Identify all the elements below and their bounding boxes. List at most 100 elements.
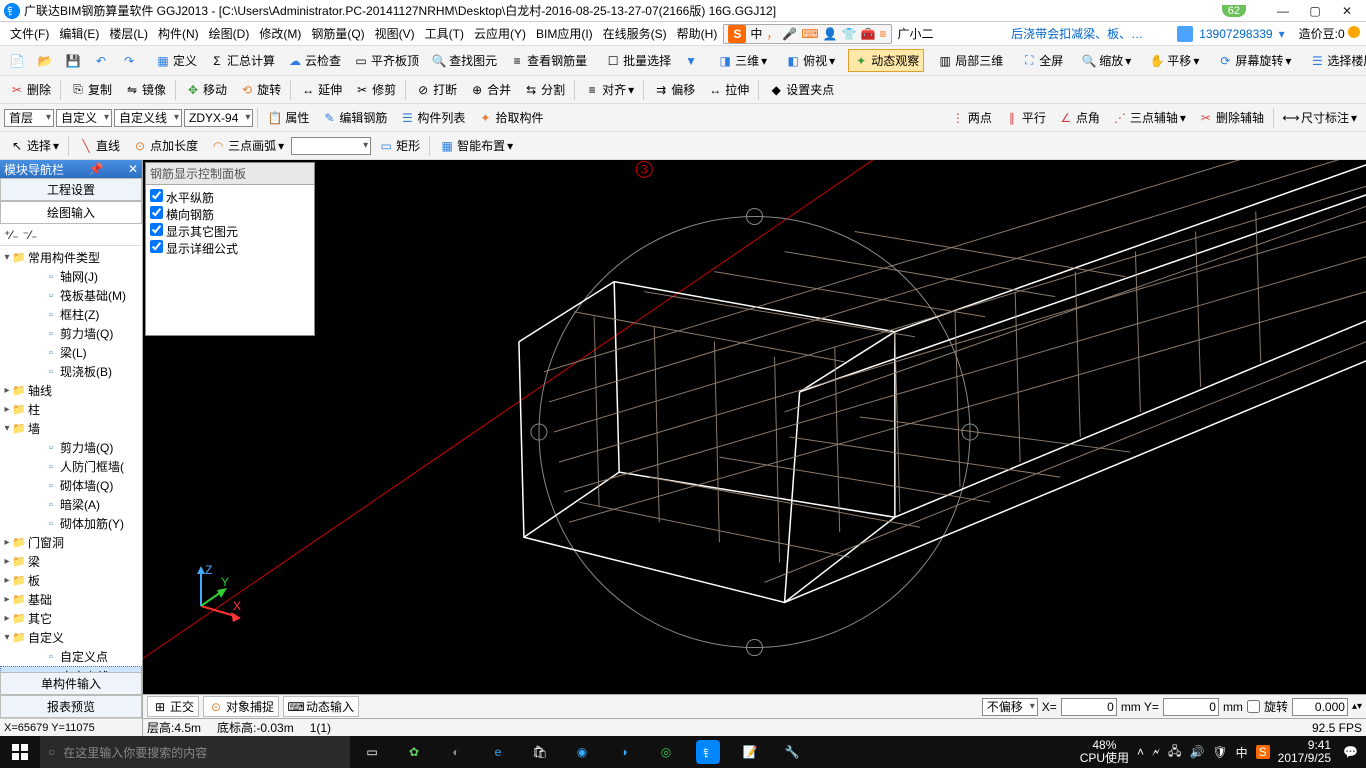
pick-component-button[interactable]: ✦拾取构件	[472, 106, 548, 129]
tree-item[interactable]: ▫砌体加筋(Y)	[0, 514, 142, 533]
menu-cloud[interactable]: 云应用(Y)	[470, 23, 530, 44]
menu-component[interactable]: 构件(N)	[154, 23, 203, 44]
sidebar-tab-report[interactable]: 报表预览	[0, 695, 142, 718]
view-rebar-button[interactable]: ≡查看钢筋量	[504, 49, 592, 72]
select-floor-button[interactable]: ☰选择楼层	[1304, 49, 1366, 72]
current-user[interactable]: 广小二	[894, 23, 938, 44]
undo-button[interactable]: ↶	[88, 50, 114, 72]
tree-item[interactable]: ▫轴网(J)	[0, 267, 142, 286]
smart-layout-button[interactable]: ▦智能布置▾	[434, 134, 518, 157]
taskbar-app-7[interactable]: 🔧	[780, 740, 804, 764]
new-button[interactable]: 📄	[4, 50, 30, 72]
x-input[interactable]	[1061, 698, 1117, 716]
taskbar-clock[interactable]: 9:412017/9/25	[1278, 739, 1335, 765]
taskbar-search[interactable]: ○ 在这里输入你要搜索的内容	[40, 736, 350, 768]
tree-item[interactable]: ▸📁门窗洞	[0, 533, 142, 552]
dyn-input-toggle[interactable]: ⌨动态输入	[283, 696, 359, 717]
tray-up-icon[interactable]: ˄	[1137, 745, 1144, 759]
tree-item[interactable]: ▫暗梁(A)	[0, 495, 142, 514]
tray-ime[interactable]: 中	[1236, 744, 1248, 761]
ime-menu-icon[interactable]: ≡	[880, 27, 887, 41]
local-3d-button[interactable]: ▥局部三维	[932, 49, 1008, 72]
taskbar-ggj-icon[interactable]: 钅	[696, 740, 720, 764]
taskbar-app-3[interactable]: ◉	[570, 740, 594, 764]
delete-aux-axis-button[interactable]: ✂删除辅轴	[1193, 106, 1269, 129]
sidebar-tab-single[interactable]: 单构件输入	[0, 672, 142, 695]
arc-option-dropdown[interactable]	[291, 137, 371, 155]
tray-battery-icon[interactable]: 🗲	[1152, 745, 1160, 760]
tree-item[interactable]: ▫人防门框墙(	[0, 457, 142, 476]
start-button[interactable]	[0, 736, 40, 768]
redo-button[interactable]: ↷	[116, 50, 142, 72]
panel-checkbox-row[interactable]: 横向钢筋	[150, 206, 310, 223]
save-button[interactable]: 💾	[60, 50, 86, 72]
menu-file[interactable]: 文件(F)	[6, 23, 53, 44]
taskbar-app-6[interactable]: 📝	[738, 740, 762, 764]
tree-item[interactable]: ▸📁板	[0, 571, 142, 590]
edit-rebar-button[interactable]: ✎编辑钢筋	[316, 106, 392, 129]
panel-checkbox[interactable]	[150, 223, 163, 236]
sogou-icon[interactable]: S	[728, 25, 746, 43]
copy-button[interactable]: ⎘复制	[65, 78, 117, 101]
select-tool-button[interactable]: ↖选择▾	[4, 134, 64, 157]
tree-item[interactable]: ▸📁轴线	[0, 381, 142, 400]
rotate-button[interactable]: ⟲旋转	[234, 78, 286, 101]
tree-item[interactable]: ▫剪力墙(Q)	[0, 438, 142, 457]
mirror-button[interactable]: ⇋镜像	[119, 78, 171, 101]
sum-button[interactable]: Σ汇总计算	[204, 49, 280, 72]
taskbar-app-2[interactable]: ◐	[444, 740, 468, 764]
angle-button[interactable]: ∠点角	[1053, 106, 1105, 129]
sidebar-tab-project[interactable]: 工程设置	[0, 178, 142, 201]
sidebar-pin-icon[interactable]: 📌	[89, 162, 104, 176]
tree-item[interactable]: ▫筏板基础(M)	[0, 286, 142, 305]
cost-bean[interactable]: 造价豆:0	[1299, 25, 1360, 42]
tray-sogou-icon[interactable]: S	[1256, 745, 1270, 759]
define-button[interactable]: ▦定义	[150, 49, 202, 72]
offset-button[interactable]: ⇉偏移	[648, 78, 700, 101]
add-length-button[interactable]: ⊙点加长度	[127, 134, 203, 157]
minimize-button[interactable]: —	[1276, 4, 1290, 18]
viewport-3d[interactable]: 钢筋显示控制面板 水平纵筋横向钢筋显示其它图元显示详细公式 3	[143, 160, 1366, 694]
ime-user-icon[interactable]: 👤	[823, 27, 838, 41]
tree-item[interactable]: ▾📁墙	[0, 419, 142, 438]
menu-bim[interactable]: BIM应用(I)	[532, 23, 597, 44]
merge-button[interactable]: ⊕合并	[464, 78, 516, 101]
tree-item[interactable]: ▸📁柱	[0, 400, 142, 419]
cloud-check-button[interactable]: ☁云检查	[282, 49, 346, 72]
zoom-button[interactable]: 🔍缩放▾	[1076, 49, 1136, 72]
rebar-display-panel[interactable]: 钢筋显示控制面板 水平纵筋横向钢筋显示其它图元显示详细公式	[145, 162, 315, 336]
sidebar-close-icon[interactable]: ✕	[128, 162, 138, 176]
y-input[interactable]	[1163, 698, 1219, 716]
parallel-button[interactable]: ∥平行	[999, 106, 1051, 129]
flat-top-button[interactable]: ▭平齐板顶	[348, 49, 424, 72]
component-tree[interactable]: ▾📁常用构件类型▫轴网(J)▫筏板基础(M)▫框柱(Z)▫剪力墙(Q)▫梁(L)…	[0, 246, 142, 672]
panel-checkbox[interactable]	[150, 206, 163, 219]
component-list-button[interactable]: ☰构件列表	[394, 106, 470, 129]
move-button[interactable]: ✥移动	[180, 78, 232, 101]
user-info[interactable]: 13907298339 ▾	[1177, 26, 1284, 42]
taskbar-store-icon[interactable]: 🛍	[528, 740, 552, 764]
tree-item[interactable]: ▫现浇板(B)	[0, 362, 142, 381]
tree-item[interactable]: ▾📁常用构件类型	[0, 248, 142, 267]
batch-select-button[interactable]: ☐批量选择	[600, 49, 676, 72]
category-dropdown[interactable]: 自定义	[56, 109, 112, 127]
align-button[interactable]: ≡对齐▾	[579, 78, 639, 101]
tray-volume-icon[interactable]: 🔊	[1189, 745, 1204, 759]
menu-edit[interactable]: 编辑(E)	[55, 23, 103, 44]
ime-mic-icon[interactable]: 🎤	[782, 27, 797, 41]
overlook-button[interactable]: ◧俯视▾	[780, 49, 840, 72]
code-dropdown[interactable]: ZDYX-94	[184, 109, 253, 127]
tray-notifications-icon[interactable]: 💬	[1343, 745, 1358, 759]
attr-button[interactable]: 📋属性	[262, 106, 314, 129]
ime-toolbox-icon[interactable]: 🧰	[861, 27, 876, 41]
taskbar-edge-icon[interactable]: e	[486, 740, 510, 764]
ime-skin-icon[interactable]: 👕	[842, 27, 857, 41]
tree-item[interactable]: ▫梁(L)	[0, 343, 142, 362]
tray-shield-icon[interactable]: 🛡	[1212, 745, 1227, 759]
offset-mode-dropdown[interactable]: 不偏移	[982, 698, 1038, 716]
ime-keyboard-icon[interactable]: ⌨	[801, 27, 818, 41]
maximize-button[interactable]: ▢	[1308, 4, 1322, 18]
extend-button[interactable]: ↔延伸	[295, 78, 347, 101]
break-button[interactable]: ⊘打断	[410, 78, 462, 101]
three-aux-axis-button[interactable]: ⋰三点辅轴▾	[1107, 106, 1191, 129]
